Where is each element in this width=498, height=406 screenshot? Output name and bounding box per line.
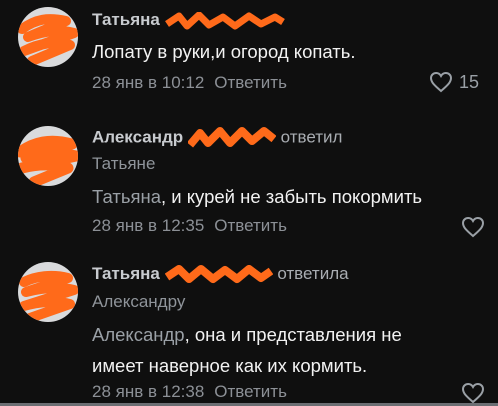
heart-icon [429, 71, 453, 93]
mention-link[interactable]: Александр [92, 324, 185, 345]
comment-text: Александр, она и представления не [92, 324, 402, 345]
comment-text: Татьяна, и курей не забыть покормить [92, 186, 423, 207]
author-name[interactable]: Александр [92, 127, 183, 146]
avatar[interactable] [18, 262, 78, 322]
name-redaction [164, 11, 285, 30]
comment-date: 28 янв в 12:38 [92, 382, 205, 401]
comment-text-line2: имеет наверное как их кормить. [92, 355, 368, 376]
mention-link[interactable]: Татьяна [92, 186, 161, 207]
name-redaction [187, 127, 276, 148]
reply-to[interactable]: Александру [92, 292, 185, 312]
comment-text: Лопату в руки,и огород копать. [92, 41, 356, 62]
heart-icon [461, 216, 485, 238]
redaction-scribble [18, 135, 78, 186]
redaction-scribble [18, 14, 78, 66]
comment-date: 28 янв в 10:12 [92, 73, 205, 92]
avatar[interactable] [18, 7, 78, 67]
author-name[interactable]: Татьяна [92, 10, 160, 29]
reply-button[interactable]: Ответить [214, 73, 287, 92]
comment-date: 28 янв в 12:35 [92, 216, 205, 235]
reply-to[interactable]: Татьяне [92, 154, 155, 174]
heart-icon [461, 382, 485, 404]
like-button[interactable]: 15 [429, 71, 479, 93]
reply-button[interactable]: Ответить [214, 382, 287, 401]
author-name[interactable]: Татьяна [92, 264, 160, 283]
like-button[interactable] [461, 216, 485, 238]
redaction-scribble [19, 270, 78, 322]
action-text: ответила [277, 264, 349, 283]
reply-button[interactable]: Ответить [214, 216, 287, 235]
action-text: ответил [280, 127, 343, 147]
avatar[interactable] [18, 126, 78, 186]
like-button[interactable] [461, 382, 485, 404]
like-count: 15 [459, 71, 480, 92]
name-redaction [164, 264, 273, 283]
